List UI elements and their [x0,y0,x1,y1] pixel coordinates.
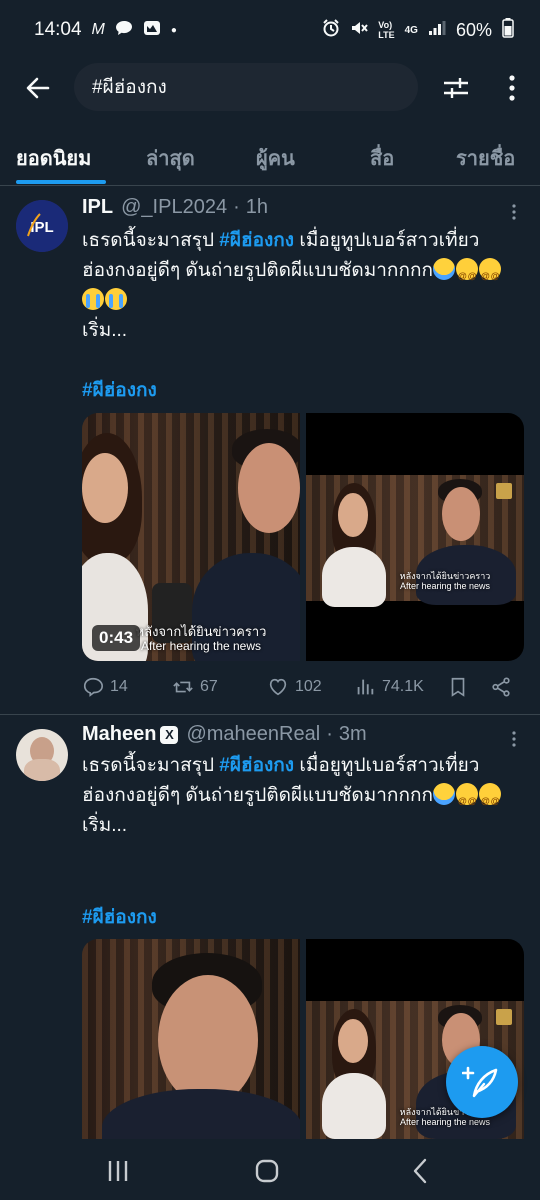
username[interactable]: @maheenReal [186,723,320,746]
tab-top[interactable]: ยอดนิยม [16,142,91,174]
status-bar: 14:04 M ● Vo) LTE 4G 60% [0,0,540,60]
tweet-header: Maheen X @maheenReal · 3m [82,723,367,746]
ipl-logo-icon: IPL [16,200,68,252]
separator-dot: · [326,723,333,745]
alarm-icon [322,18,340,42]
retweet-count: 67 [200,678,218,695]
video-thumbnail[interactable] [82,939,300,1139]
compose-tweet-button[interactable] [446,1046,518,1118]
scream-emoji-icon [432,258,455,280]
share-button[interactable] [490,676,512,698]
active-tab-indicator [16,180,106,184]
tweet[interactable]: IPL IPL @_IPL2024 · 1h เธรดนี้จะมาสรุป #… [0,186,540,714]
tab-latest[interactable]: ล่าสุด [146,142,195,174]
heart-icon [269,678,287,696]
dizzy-face-emoji-icon [455,258,478,291]
dot-indicator-icon: ● [170,24,177,36]
dizzy-face-emoji-icon [455,783,478,816]
scream-emoji-icon [432,783,455,805]
image-thumbnail[interactable]: หลังจากได้ยินข่าวคราว After hearing the … [306,413,524,661]
search-filter-button[interactable] [440,72,472,104]
retweet-icon [173,681,193,693]
hashtag-link[interactable]: #ผีฮ่องกง [219,230,294,251]
signal-icon [428,20,446,41]
reply-count: 14 [110,678,128,695]
home-button[interactable] [252,1156,282,1186]
hashtag-link[interactable]: #ผีฮ่องกง [82,380,157,401]
display-name[interactable]: Maheen [82,723,156,746]
search-tabs: ยอดนิยม ล่าสุด ผู้คน สื่อ รายชื่อ [0,130,540,186]
tab-lists[interactable]: รายชื่อ [456,142,515,174]
hashtag-link[interactable]: #ผีฮ่องกง [219,755,294,776]
dizzy-face-emoji-icon [478,258,501,291]
hashtag-line: #ผีฮ่องกง [82,903,522,933]
bookmark-icon [451,677,465,697]
avatar[interactable]: IPL [16,200,68,252]
tweet-header: IPL @_IPL2024 · 1h [82,196,268,219]
video-thumbnail[interactable]: หลังจากได้ยินข่าวคราว After hearing the … [82,413,300,661]
share-icon [492,677,510,697]
crying-emoji-icon [105,288,127,310]
vertical-dots-icon [512,731,516,747]
channel-logo-icon [496,1009,512,1025]
avatar[interactable] [16,729,68,781]
timestamp: 1h [245,196,268,218]
show-more-text[interactable]: เริ่ม... [82,320,127,341]
search-input[interactable]: #ผีฮ่องกง [74,63,418,111]
bookmark-button[interactable] [447,676,469,698]
view-count: 74.1K [382,678,424,695]
chevron-left-icon [413,1158,427,1184]
retweet-button[interactable]: 67 [172,676,218,698]
chat-bubble-icon [115,20,133,41]
carrier-icon: M [91,21,105,38]
reply-button[interactable]: 14 [82,676,128,698]
mute-icon [350,19,369,42]
tab-people[interactable]: ผู้คน [256,142,295,174]
battery-icon [502,17,514,43]
tweet-actions: 14 67 102 74.1K [82,676,522,706]
recent-apps-icon [108,1161,128,1181]
like-button[interactable]: 102 [267,676,322,698]
back-button[interactable] [20,70,56,106]
video-duration: 0:43 [92,625,141,651]
tab-media[interactable]: สื่อ [370,142,394,174]
back-arrow-icon [26,77,50,99]
network-volte: Vo) LTE [378,20,395,40]
x-badge-icon: X [160,725,179,744]
separator-dot: · [233,196,240,218]
vertical-dots-icon [509,75,515,101]
channel-logo-icon [496,483,512,499]
tweet-text: เธรดนี้จะมาสรุป #ผีฮ่องกง เมื่อยูทูปเบอร… [82,751,522,841]
search-header: #ผีฮ่องกง [0,60,540,116]
views-button[interactable]: 74.1K [354,676,424,698]
gallery-app-icon [143,20,161,41]
system-navigation-bar [0,1140,540,1200]
username[interactable]: @_IPL2024 [121,196,227,219]
status-time: 14:04 [34,19,82,40]
search-query: #ผีฮ่องกง [92,77,167,98]
sliders-icon [444,78,468,98]
hashtag-link[interactable]: #ผีฮ่องกง [82,907,157,928]
tweet-menu-button[interactable] [504,202,524,222]
overflow-menu-button[interactable] [498,70,526,106]
vertical-dots-icon [512,204,516,220]
tweet-text: เธรดนี้จะมาสรุป #ผีฮ่องกง เมื่อยูทูปเบอร… [82,226,522,346]
analytics-icon [357,679,374,695]
tweet-menu-button[interactable] [504,729,524,749]
reply-icon [83,677,103,697]
like-count: 102 [295,678,322,695]
home-icon [255,1159,279,1183]
media-grid[interactable]: หลังจากได้ยินข่าวคราว After hearing the … [82,413,524,661]
crying-emoji-icon [82,288,104,310]
display-name[interactable]: IPL [82,196,113,219]
show-more-text[interactable]: เริ่ม... [82,815,127,836]
dizzy-face-emoji-icon [478,783,501,816]
timestamp: 3m [338,723,367,745]
recent-apps-button[interactable] [103,1156,133,1186]
hashtag-line: #ผีฮ่องกง [82,376,522,406]
battery-level: 60% [455,19,492,40]
network-gen: 4G [404,24,418,36]
system-back-button[interactable] [406,1156,436,1186]
compose-feather-icon [462,1066,498,1098]
